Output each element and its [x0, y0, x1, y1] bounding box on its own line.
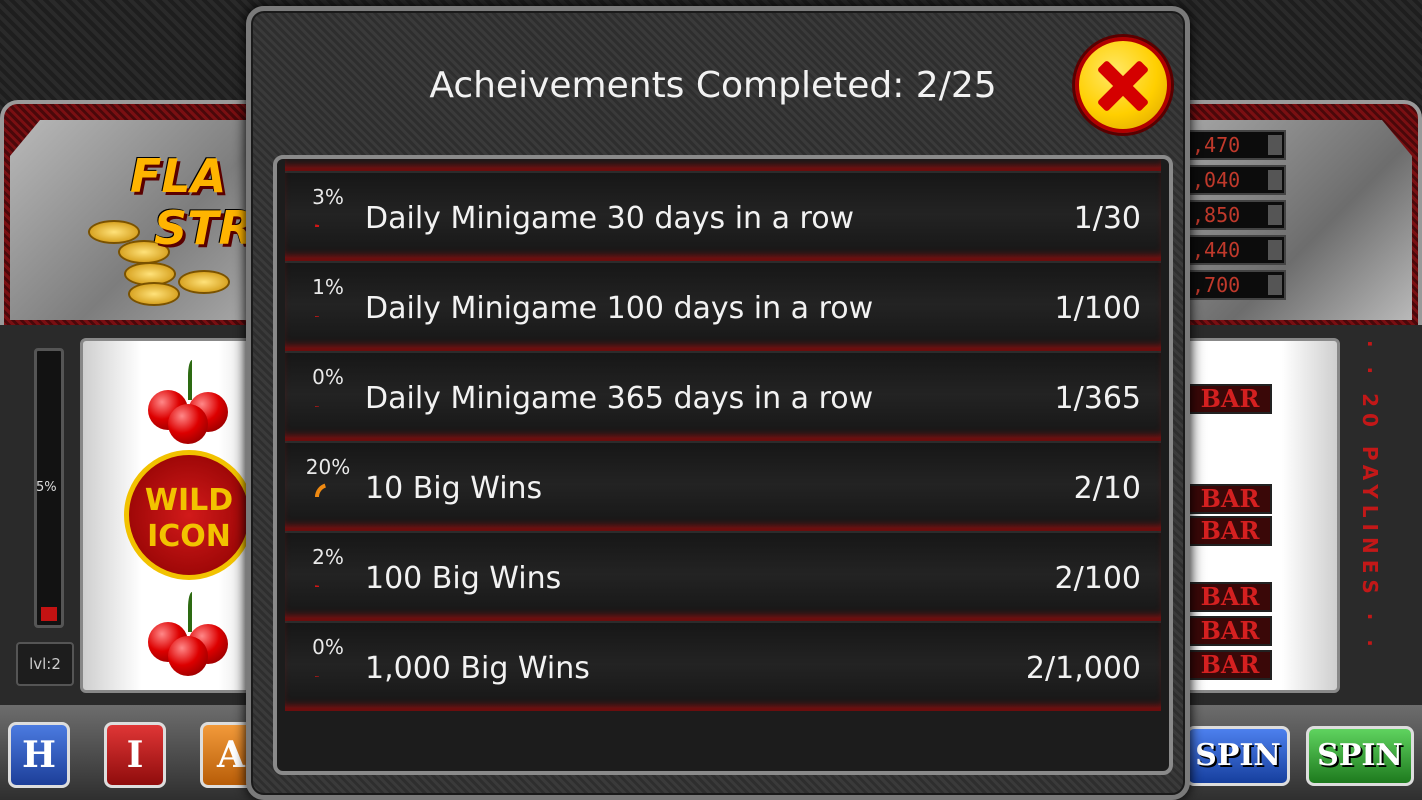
- logo-line-1: FLA: [130, 149, 227, 203]
- cherry-icon: [148, 592, 238, 676]
- progress-arc-icon: [315, 316, 320, 318]
- achievement-row: 10%Daily Minigame 10 days in a row1/10: [285, 159, 1161, 171]
- bar-symbol: BAR: [1188, 582, 1272, 612]
- achievements-list[interactable]: 10%Daily Minigame 10 days in a row1/103%…: [273, 155, 1173, 775]
- i-button[interactable]: I: [104, 722, 166, 788]
- progress-arc-icon: [315, 585, 320, 588]
- achievement-percent: 3%: [312, 185, 344, 209]
- wild-icon: WILD ICON: [124, 450, 254, 580]
- bar-symbol: BAR: [1188, 516, 1272, 546]
- spin-button-green[interactable]: SPIN: [1306, 726, 1414, 786]
- achievement-name: Daily Minigame 100 days in a row: [365, 291, 874, 326]
- paylines-label: · · 20 PAYLINES · ·: [1358, 340, 1382, 653]
- achievements-modal: Acheivements Completed: 2/25 10%Daily Mi…: [246, 6, 1190, 800]
- achievement-row: 0% Daily Minigame 365 days in a row 1/365: [285, 351, 1161, 441]
- progress-arc: [315, 483, 327, 498]
- progress-arc-icon: [315, 406, 320, 408]
- cherry-icon: [148, 360, 238, 444]
- bar-symbol: BAR: [1188, 616, 1272, 646]
- achievement-progress: 2/10: [1073, 471, 1141, 506]
- achievement-progress: 2/100: [1054, 561, 1141, 596]
- achievement-progress: 1/30: [1073, 201, 1141, 236]
- progress-arc-icon: [315, 483, 327, 498]
- achievement-percent: 2%: [312, 545, 344, 569]
- achievement-row: 20% 10 Big Wins 2/10: [285, 441, 1161, 531]
- achievement-progress: 1/365: [1054, 381, 1141, 416]
- wallet-value: ,700: [1186, 270, 1286, 300]
- wallet-value: ,040: [1186, 165, 1286, 195]
- achievement-progress: 1/100: [1054, 291, 1141, 326]
- wallet-value: ,470: [1186, 130, 1286, 160]
- wallet-value: ,850: [1186, 200, 1286, 230]
- spin-button-blue[interactable]: SPIN: [1186, 726, 1290, 786]
- bar-symbol: BAR: [1188, 650, 1272, 680]
- achievement-progress: 2/1,000: [1025, 651, 1141, 686]
- xp-meter-fill: [41, 607, 57, 621]
- achievement-name: Daily Minigame 30 days in a row: [365, 201, 855, 236]
- achievement-row: 3% Daily Minigame 30 days in a row 1/30: [285, 171, 1161, 261]
- achievement-row: 2% 100 Big Wins 2/100: [285, 531, 1161, 621]
- bar-symbol: BAR: [1188, 484, 1272, 514]
- achievement-percent: 0%: [312, 635, 344, 659]
- bar-symbol: BAR: [1188, 384, 1272, 414]
- achievement-name: 1,000 Big Wins: [365, 651, 590, 686]
- achievement-percent: 1%: [312, 275, 344, 299]
- h-button[interactable]: H: [8, 722, 70, 788]
- achievements-title: Acheivements Completed: 2/25: [429, 65, 997, 106]
- achievement-percent: 20%: [305, 455, 351, 479]
- level-badge: lvl:2: [16, 642, 74, 686]
- xp-meter-label: 5%: [36, 480, 57, 495]
- achievement-name: Daily Minigame 365 days in a row: [365, 381, 874, 416]
- progress-arc-icon: [315, 676, 320, 678]
- achievements-list-content: 10%Daily Minigame 10 days in a row1/103%…: [277, 159, 1169, 711]
- wallet-value: ,440: [1186, 235, 1286, 265]
- game-logo: FLA STR: [130, 150, 254, 254]
- close-icon[interactable]: [1075, 37, 1171, 133]
- achievement-name: 100 Big Wins: [365, 561, 562, 596]
- achievement-row: 1% Daily Minigame 100 days in a row 1/100: [285, 261, 1161, 351]
- logo-line-2: STR: [154, 201, 254, 255]
- progress-arc-icon: [315, 224, 320, 228]
- wallet-readout: ,470 ,040 ,850 ,440 ,700: [1186, 130, 1286, 305]
- achievement-percent: 0%: [312, 365, 344, 389]
- achievement-name: 10 Big Wins: [365, 471, 543, 506]
- achievement-row: 0% 1,000 Big Wins 2/1,000: [285, 621, 1161, 711]
